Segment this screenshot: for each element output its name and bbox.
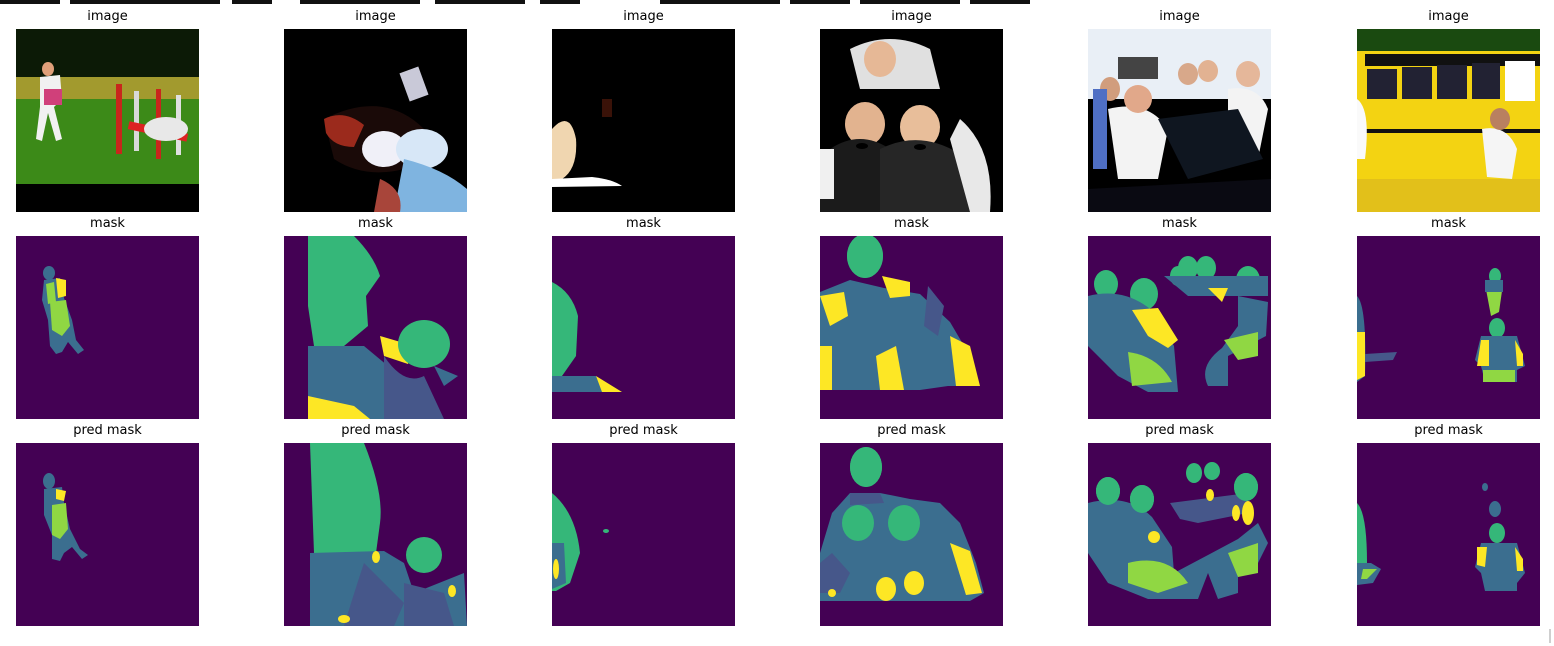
input-image-panel [1088,29,1271,212]
ground-truth-mask-panel [552,236,735,419]
predicted-mask-panel [1357,443,1540,626]
pred-subplot-title: pred mask [609,423,678,438]
predicted-mask-panel [552,443,735,626]
clipped-text-fragment [300,0,420,4]
mask-subplot-title: mask [1162,216,1197,231]
pred-subplot-title: pred mask [73,423,142,438]
clipped-text-fragment [540,0,580,4]
clipped-text-fragment [232,0,272,4]
scrollbar-marker[interactable] [1549,629,1551,643]
clipped-text-fragment [0,0,60,4]
ground-truth-mask-panel [16,236,199,419]
ground-truth-mask-panel [820,236,1003,419]
clipped-top-text [0,0,1554,5]
input-image-panel [820,29,1003,212]
mask-subplot-title: mask [626,216,661,231]
image-subplot-title: image [355,9,396,24]
mask-subplot-title: mask [894,216,929,231]
pred-subplot-title: pred mask [1145,423,1214,438]
mask-subplot-title: mask [358,216,393,231]
input-image-panel [16,29,199,212]
pred-subplot-title: pred mask [341,423,410,438]
image-subplot-title: image [623,9,664,24]
predicted-mask-panel [1088,443,1271,626]
image-subplot-title: image [1428,9,1469,24]
mask-subplot-title: mask [90,216,125,231]
mask-subplot-title: mask [1431,216,1466,231]
clipped-text-fragment [660,0,780,4]
ground-truth-mask-panel [1357,236,1540,419]
input-image-panel [552,29,735,212]
predicted-mask-panel [16,443,199,626]
image-subplot-title: image [891,9,932,24]
predicted-mask-panel [820,443,1003,626]
input-image-panel [284,29,467,212]
clipped-text-fragment [70,0,220,4]
ground-truth-mask-panel [284,236,467,419]
predicted-mask-panel [284,443,467,626]
input-image-panel [1357,29,1540,212]
image-subplot-title: image [87,9,128,24]
clipped-text-fragment [970,0,1030,4]
image-subplot-title: image [1159,9,1200,24]
clipped-text-fragment [435,0,525,4]
pred-subplot-title: pred mask [1414,423,1483,438]
ground-truth-mask-panel [1088,236,1271,419]
clipped-text-fragment [860,0,960,4]
clipped-text-fragment [790,0,850,4]
pred-subplot-title: pred mask [877,423,946,438]
